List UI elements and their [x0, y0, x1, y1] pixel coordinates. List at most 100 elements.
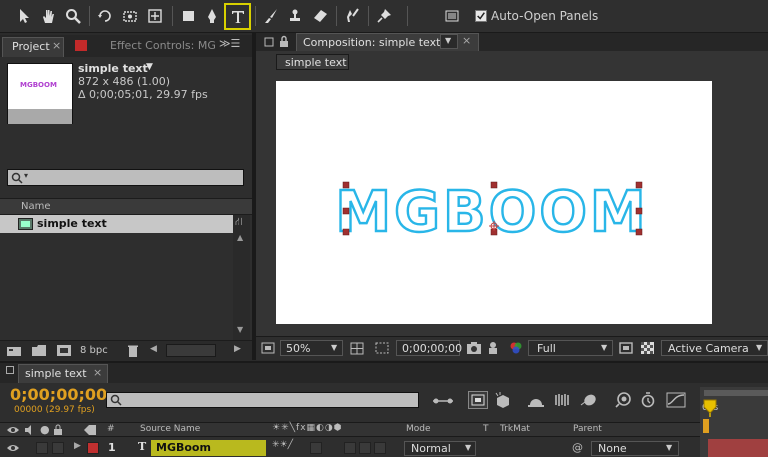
close-icon[interactable]: ×	[462, 34, 471, 47]
pick-whip-icon[interactable]: @	[572, 441, 583, 454]
show-snapshot-icon[interactable]	[487, 341, 499, 355]
channel-icon[interactable]	[509, 341, 523, 355]
switch-toggle[interactable]	[344, 442, 356, 454]
eraser-tool-icon[interactable]	[309, 4, 331, 28]
layer-label-color[interactable]	[87, 442, 99, 454]
transparency-grid-icon[interactable]	[641, 342, 654, 354]
viewer-timecode[interactable]: 0;00;00;00	[396, 340, 462, 356]
clone-stamp-tool-icon[interactable]	[284, 4, 306, 28]
search-dropdown-icon[interactable]: ▾	[24, 171, 28, 180]
project-list-item[interactable]: simple text	[0, 215, 233, 233]
region-of-interest-icon[interactable]	[374, 341, 390, 355]
parent-select[interactable]: None ▼	[591, 441, 679, 456]
composition-dropdown[interactable]: ▼	[440, 34, 458, 49]
tab-project[interactable]: Project ×	[2, 37, 64, 57]
brush-tool-icon[interactable]	[260, 4, 282, 28]
rotate-tool-icon[interactable]	[94, 4, 116, 28]
rectangle-tool-icon[interactable]	[177, 4, 199, 28]
draft-3d-icon[interactable]	[494, 392, 512, 408]
column-name-header[interactable]: Name	[21, 201, 51, 212]
camera-snapshot-icon[interactable]	[466, 341, 482, 355]
audio-icon[interactable]	[24, 425, 34, 435]
project-item-name[interactable]: simple text	[78, 62, 148, 75]
layer-name-field[interactable]: MGBoom	[151, 440, 266, 456]
resolution-select[interactable]: Full ▼	[528, 340, 613, 356]
breadcrumb[interactable]: simple text	[276, 54, 349, 70]
auto-open-checkbox[interactable]	[475, 10, 487, 22]
lock-icon[interactable]	[278, 35, 290, 48]
layer-duration-bar[interactable]	[708, 439, 768, 457]
workspace-menu-icon[interactable]	[441, 4, 463, 28]
tab-timeline[interactable]: simple text ×	[18, 364, 108, 383]
graph-editor-icon[interactable]	[666, 392, 686, 408]
bpc-label[interactable]: 8 bpc	[80, 345, 108, 356]
motion-blur-icon[interactable]	[580, 392, 598, 408]
chevron-down-icon[interactable]: ▼	[146, 62, 153, 72]
layer-switches-icons[interactable]: ✳☀╱	[272, 440, 293, 450]
eye-icon[interactable]	[6, 443, 20, 453]
brainstorm-icon[interactable]	[613, 392, 633, 408]
panel-menu-icon[interactable]: ≫☰	[219, 37, 240, 50]
work-area-start-handle[interactable]	[703, 419, 709, 433]
switches-icons[interactable]: ☀✳╲fx▦◐◑⬢	[272, 423, 343, 433]
zoom-tool-icon[interactable]	[62, 4, 84, 28]
current-time-indicator-icon[interactable]	[703, 399, 717, 417]
column-parent-header[interactable]: Parent	[573, 424, 602, 434]
puppet-pin-tool-icon[interactable]	[373, 4, 395, 28]
live-update-button[interactable]	[468, 391, 488, 409]
scroll-up-icon[interactable]: ▲	[237, 233, 243, 242]
tab-effect-controls[interactable]: Effect Controls: MG	[110, 39, 216, 52]
shy-icon[interactable]	[527, 393, 545, 407]
eye-icon[interactable]	[6, 425, 20, 435]
trash-icon[interactable]	[126, 344, 140, 358]
orbit-camera-tool-icon[interactable]	[119, 4, 141, 28]
frame-blending-icon[interactable]	[554, 393, 572, 407]
pen-tool-icon[interactable]	[201, 4, 223, 28]
grid-guide-icon[interactable]	[350, 342, 364, 355]
solo-toggle[interactable]	[36, 442, 48, 454]
label-tag-icon[interactable]	[83, 424, 97, 436]
column-t-header[interactable]: T	[483, 424, 489, 434]
close-icon[interactable]: ×	[93, 366, 102, 379]
horizontal-scroll-thumb[interactable]	[166, 344, 216, 357]
new-composition-icon[interactable]	[56, 344, 72, 357]
column-number-header[interactable]: #	[107, 424, 115, 434]
expand-triangle-icon[interactable]: ▶	[74, 441, 81, 451]
canvas-text-layer[interactable]: MGBOOM	[276, 81, 712, 324]
scroll-left-icon[interactable]: ◀	[150, 344, 157, 354]
interpret-footage-icon[interactable]	[6, 345, 22, 357]
flowchart-icon[interactable]: ⛙	[235, 215, 243, 230]
project-list-scrollbar[interactable]: ⛙ ▲ ▼	[233, 215, 250, 340]
lock-toggle[interactable]	[52, 442, 64, 454]
switch-toggle[interactable]	[359, 442, 371, 454]
switch-toggle[interactable]	[374, 442, 386, 454]
work-area-bar[interactable]	[704, 390, 768, 396]
close-icon[interactable]: ×	[52, 39, 61, 52]
mini-flowchart-icon[interactable]	[432, 395, 454, 407]
fast-previews-icon[interactable]	[619, 342, 633, 354]
timeline-timecode[interactable]: 0;00;00;00	[10, 385, 107, 404]
scroll-right-icon[interactable]: ▶	[234, 344, 241, 354]
hand-tool-icon[interactable]	[37, 4, 59, 28]
layer-row[interactable]: ▶ 1 T MGBoom ✳☀╱ Normal ▼ @ None ▼	[0, 439, 700, 457]
column-source-name-header[interactable]: Source Name	[140, 424, 200, 434]
auto-keyframe-icon[interactable]	[640, 392, 656, 408]
scroll-down-icon[interactable]: ▼	[237, 325, 243, 334]
composition-canvas[interactable]: MGBOOM	[276, 81, 712, 324]
type-tool-icon[interactable]	[224, 3, 251, 30]
roto-brush-tool-icon[interactable]	[341, 4, 363, 28]
switch-toggle[interactable]	[310, 442, 322, 454]
timeline-search-input[interactable]	[106, 392, 419, 408]
layer-mode-select[interactable]: Normal ▼	[404, 441, 476, 456]
always-preview-icon[interactable]	[261, 342, 275, 354]
pan-behind-tool-icon[interactable]	[144, 4, 166, 28]
lock-icon[interactable]	[53, 424, 63, 436]
project-search-input[interactable]: ▾	[7, 169, 244, 186]
column-trkmat-header[interactable]: TrkMat	[500, 424, 530, 434]
camera-view-select[interactable]: Active Camera ▼	[661, 340, 768, 356]
new-folder-icon[interactable]	[31, 344, 47, 357]
solo-icon[interactable]: ●	[40, 423, 50, 436]
column-mode-header[interactable]: Mode	[406, 424, 431, 434]
zoom-select[interactable]: 50% ▼	[280, 340, 343, 356]
selection-tool-icon[interactable]	[13, 4, 35, 28]
